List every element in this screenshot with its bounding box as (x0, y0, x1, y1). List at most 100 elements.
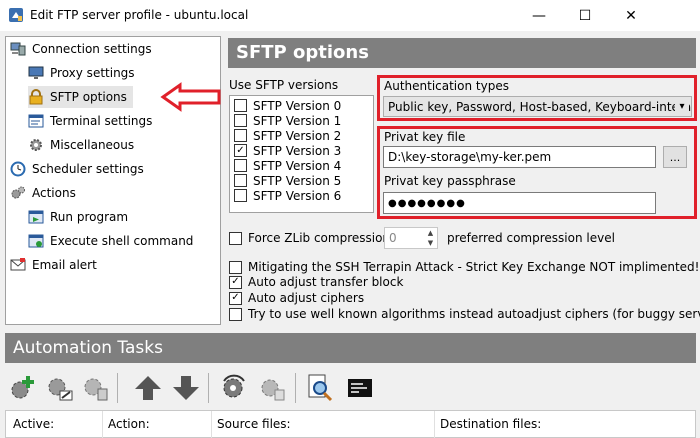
add-task-button[interactable] (7, 371, 41, 405)
checkbox-label: Auto adjust transfer block (248, 275, 404, 289)
checkbox-box[interactable]: ✓ (234, 144, 247, 157)
checkbox-box[interactable] (234, 174, 247, 187)
tree-item-terminal-settings[interactable]: Terminal settings (28, 110, 158, 132)
run-task-button[interactable] (217, 371, 251, 405)
column-header-destination-files[interactable]: Destination files: (440, 417, 541, 431)
tree-item-label: SFTP options (50, 90, 127, 104)
move-down-button[interactable] (169, 371, 203, 405)
tree-item-email-alert[interactable]: Email alert (10, 254, 103, 276)
checkbox-label: SFTP Version 4 (253, 158, 342, 173)
tree-item-execute-shell-command[interactable]: Execute shell command (28, 230, 199, 252)
tree-item-run-program[interactable]: Run program (28, 206, 134, 228)
checkbox-box[interactable]: ✓ (229, 291, 242, 305)
tree-item-proxy-settings[interactable]: Proxy settings (28, 62, 141, 84)
column-separator (211, 411, 212, 438)
lock-icon (29, 89, 43, 105)
chevron-down-icon: ▾ (675, 99, 689, 114)
checkbox-box[interactable] (234, 159, 247, 172)
compression-level-label: preferred compression level (447, 231, 615, 245)
terrapin-mitigation-checkbox[interactable]: Mitigating the SSH Terrapin Attack - Str… (229, 259, 699, 275)
key-file-value: D:\key-storage\my-ker.pem (388, 150, 552, 164)
column-header-source-files[interactable]: Source files: (217, 417, 291, 431)
sftp-version-1-checkbox[interactable]: SFTP Version 1 (234, 113, 341, 128)
compression-level-value: 0 (389, 231, 397, 245)
clock-icon (10, 161, 26, 177)
tree-item-label: Email alert (32, 258, 97, 272)
sftp-version-6-checkbox[interactable]: SFTP Version 6 (234, 188, 341, 203)
sftp-version-3-checkbox[interactable]: ✓ SFTP Version 3 (234, 143, 341, 158)
auth-types-label: Authentication types (384, 79, 509, 93)
panel-title: SFTP options (228, 38, 696, 68)
sftp-version-5-checkbox[interactable]: SFTP Version 5 (234, 173, 341, 188)
auth-types-value: Public key, Password, Host-based, Keyboa… (388, 99, 692, 114)
key-file-input[interactable]: D:\key-storage\my-ker.pem (383, 146, 656, 168)
auto-adjust-transfer-block-checkbox[interactable]: ✓ Auto adjust transfer block (229, 274, 403, 290)
checkbox-label: SFTP Version 2 (253, 128, 342, 143)
tree-item-scheduler-settings[interactable]: Scheduler settings (10, 158, 150, 180)
column-header-action[interactable]: Action: (108, 417, 150, 431)
shell-command-icon (28, 234, 44, 248)
browse-label: ... (669, 150, 681, 164)
close-button[interactable]: ✕ (608, 0, 654, 31)
copy-task-button[interactable] (255, 371, 289, 405)
terminal-window-icon (28, 114, 44, 128)
checkbox-box[interactable] (229, 260, 242, 274)
spin-up-icon[interactable]: ▲ (424, 228, 437, 238)
tree-item-miscellaneous[interactable]: Miscellaneous (28, 134, 140, 156)
search-log-button[interactable] (303, 371, 337, 405)
browse-button[interactable]: ... (663, 146, 687, 168)
title-bar: Edit FTP server profile - ubuntu.local —… (0, 0, 700, 31)
sftp-version-4-checkbox[interactable]: SFTP Version 4 (234, 158, 341, 173)
auth-types-dropdown[interactable]: Public key, Password, Host-based, Keyboa… (383, 96, 692, 117)
checkbox-box[interactable] (234, 129, 247, 142)
console-button[interactable] (343, 371, 377, 405)
minimize-button[interactable]: — (516, 0, 562, 31)
red-arrow-annotation (160, 82, 221, 112)
column-header-active[interactable]: Active: (13, 417, 54, 431)
auto-adjust-ciphers-checkbox[interactable]: ✓ Auto adjust ciphers (229, 290, 364, 306)
checkbox-label: Force ZLib compression (248, 231, 391, 245)
checkbox-box[interactable] (229, 307, 242, 321)
edit-task-button[interactable] (43, 371, 77, 405)
gear-icon (30, 139, 42, 151)
checkbox-label: SFTP Version 3 (253, 143, 342, 158)
tree-item-label: Terminal settings (50, 114, 153, 128)
window-title: Edit FTP server profile - ubuntu.local (30, 8, 249, 22)
move-up-button[interactable] (131, 371, 165, 405)
passphrase-value: ●●●●●●●● (388, 197, 466, 209)
checkbox-box[interactable] (234, 189, 247, 202)
sftp-version-0-checkbox[interactable]: SFTP Version 0 (234, 98, 341, 113)
delete-task-button[interactable] (79, 371, 113, 405)
move-up-icon (135, 376, 161, 400)
email-icon (10, 258, 26, 271)
move-down-icon (173, 376, 199, 400)
zlib-compression-checkbox[interactable]: Force ZLib compression (229, 230, 390, 246)
tree-item-connection-settings[interactable]: Connection settings (10, 38, 158, 60)
checkbox-box[interactable]: ✓ (229, 275, 242, 289)
well-known-algorithms-checkbox[interactable]: Try to use well known algorithms instead… (229, 306, 700, 322)
tree-item-label: Actions (32, 186, 76, 200)
tree-item-actions[interactable]: Actions (10, 182, 82, 204)
spin-down-icon[interactable]: ▼ (424, 238, 437, 248)
toolbar-separator (295, 373, 296, 403)
passphrase-input[interactable]: ●●●●●●●● (383, 192, 656, 214)
run-task-icon (223, 374, 245, 398)
computer-icon (10, 42, 26, 56)
search-log-icon (308, 374, 333, 402)
checkbox-box[interactable] (229, 231, 242, 245)
column-separator (434, 411, 435, 438)
automation-toolbar (5, 367, 696, 407)
sftp-versions-list[interactable]: SFTP Version 0 SFTP Version 1 SFTP Versi… (229, 95, 374, 213)
toolbar-separator (117, 373, 118, 403)
monitor-icon (28, 66, 44, 79)
compression-level-spinner[interactable]: 0 ▲ ▼ (384, 227, 438, 249)
maximize-button[interactable]: ☐ (562, 0, 608, 31)
checkbox-label: Auto adjust ciphers (248, 291, 365, 305)
toolbar-separator (208, 373, 209, 403)
settings-tree[interactable]: Connection settings Proxy settings SFTP … (5, 36, 221, 325)
checkbox-box[interactable] (234, 99, 247, 112)
add-task-icon (11, 376, 34, 399)
tree-item-sftp-options[interactable]: SFTP options (28, 86, 133, 108)
checkbox-box[interactable] (234, 114, 247, 127)
sftp-version-2-checkbox[interactable]: SFTP Version 2 (234, 128, 341, 143)
